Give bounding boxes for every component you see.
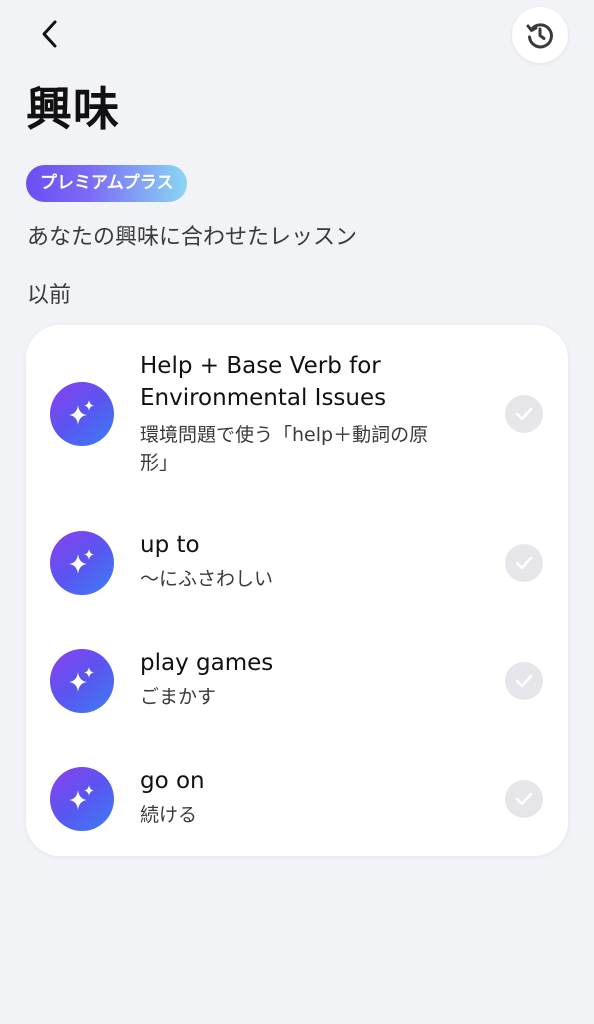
lesson-title: up to: [140, 532, 200, 558]
complete-check-button[interactable]: [505, 544, 543, 582]
chevron-left-icon: [42, 20, 57, 48]
lesson-item[interactable]: go on 続ける: [26, 749, 568, 849]
lesson-subtitle: 続ける: [140, 804, 198, 826]
lesson-subtitle: 〜にふさわしい: [140, 568, 274, 590]
checkmark-icon: [515, 407, 533, 421]
lesson-subtitle: ごまかす: [140, 686, 217, 708]
sparkle-icon: [50, 649, 114, 713]
lesson-item[interactable]: Help + Base Verb for Environmental Issue…: [26, 325, 568, 485]
back-button[interactable]: [30, 14, 70, 54]
complete-check-button[interactable]: [505, 395, 543, 433]
lesson-subtitle: 環境問題で使う「help＋動詞の原形」: [140, 424, 429, 474]
checkmark-icon: [515, 556, 533, 570]
sparkle-icon: [50, 767, 114, 831]
premium-plus-badge: プレミアムプラス: [26, 165, 188, 202]
page-title: 興味: [26, 82, 120, 136]
history-icon: [526, 23, 553, 49]
complete-check-button[interactable]: [505, 780, 543, 818]
lesson-title: Help + Base Verb for Environmental Issue…: [140, 353, 387, 411]
lesson-item[interactable]: up to 〜にふさわしい: [26, 513, 568, 613]
sparkle-icon: [50, 531, 114, 595]
section-label-previous: 以前: [27, 283, 72, 308]
lesson-list-card: Help + Base Verb for Environmental Issue…: [26, 325, 568, 856]
page-subtitle: あなたの興味に合わせたレッスン: [27, 225, 358, 250]
checkmark-icon: [515, 792, 533, 806]
history-button[interactable]: [512, 7, 568, 63]
sparkle-icon: [50, 382, 114, 446]
lesson-item[interactable]: play games ごまかす: [26, 631, 568, 731]
checkmark-icon: [515, 674, 533, 688]
lesson-title: play games: [140, 650, 274, 676]
lesson-title: go on: [140, 768, 205, 794]
complete-check-button[interactable]: [505, 662, 543, 700]
